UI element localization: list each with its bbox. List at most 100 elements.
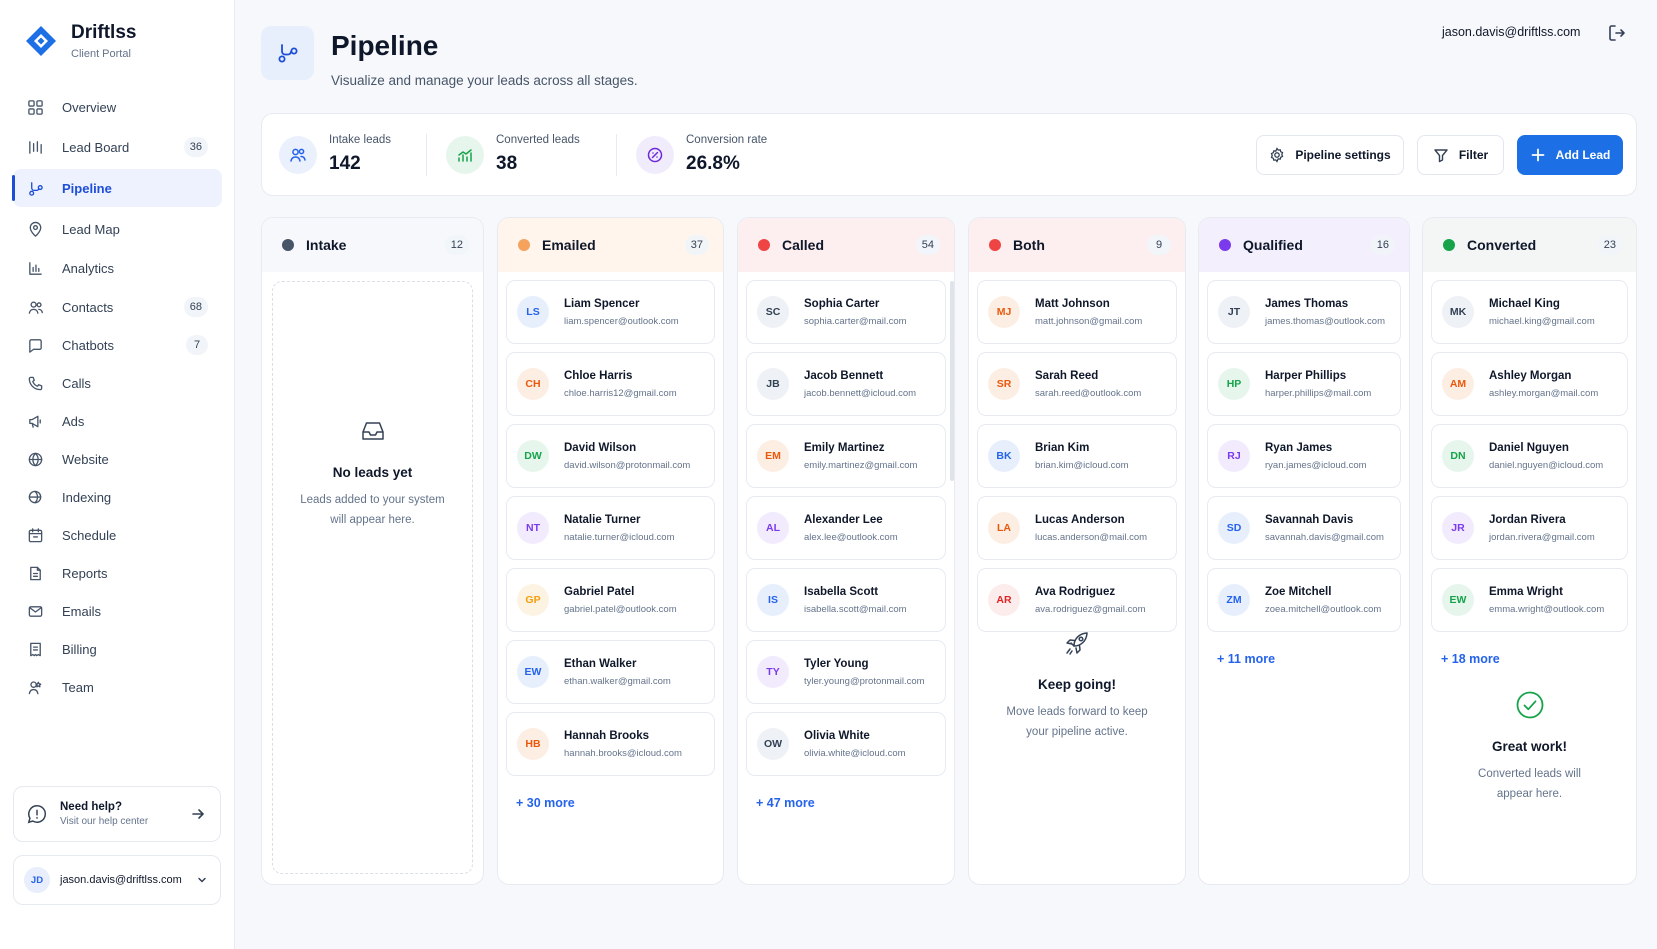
sidebar-item-pipeline[interactable]: Pipeline <box>12 169 222 207</box>
lead-info: Jacob Bennett jacob.bennett@icloud.com <box>804 370 916 399</box>
sidebar: Driftlss Client Portal Overview Lead Boar… <box>0 0 235 949</box>
sidebar-item-billing[interactable]: Billing <box>13 630 222 668</box>
lead-card[interactable]: OW Olivia White olivia.white@icloud.com <box>746 712 946 776</box>
column-count: 12 <box>444 235 469 255</box>
lead-info: Gabriel Patel gabriel.patel@outlook.com <box>564 586 677 615</box>
column-both: Both 9 MJ Matt Johnson matt.johnson@gmail.co… <box>968 217 1186 885</box>
avatar: EW <box>517 656 549 688</box>
avatar: NT <box>517 512 549 544</box>
lead-email: james.thomas@outlook.com <box>1265 315 1385 327</box>
lead-info: Lucas Anderson lucas.anderson@mail.com <box>1035 514 1147 543</box>
column-header[interactable]: Both 9 <box>969 218 1185 272</box>
sidebar-item-reports[interactable]: Reports <box>13 554 222 592</box>
help-card[interactable]: Need help? Visit our help center <box>13 786 221 842</box>
sidebar-item-lead-map[interactable]: Lead Map <box>13 210 222 248</box>
lead-card[interactable]: BK Brian Kim brian.kim@icloud.com <box>977 424 1177 488</box>
lead-email: liam.spencer@outlook.com <box>564 315 679 327</box>
lead-info: Ava Rodriguez ava.rodriguez@gmail.com <box>1035 586 1146 615</box>
pipeline-settings-button[interactable]: Pipeline settings <box>1256 135 1404 175</box>
sidebar-item-overview[interactable]: Overview <box>13 88 222 126</box>
avatar: SC <box>757 296 789 328</box>
sidebar-item-lead-board[interactable]: Lead Board 36 <box>13 128 222 166</box>
users-icon <box>279 135 317 174</box>
lead-email: harper.phillips@mail.com <box>1265 387 1372 399</box>
sidebar-item-label: Billing <box>62 641 97 657</box>
header-user-email[interactable]: jason.davis@driftlss.com <box>1442 25 1580 39</box>
logout-icon[interactable] <box>1607 23 1627 43</box>
lead-card[interactable]: SR Sarah Reed sarah.reed@outlook.com <box>977 352 1177 416</box>
show-more-link[interactable]: + 18 more <box>1423 640 1636 666</box>
lead-card[interactable]: IS Isabella Scott isabella.scott@mail.com <box>746 568 946 632</box>
avatar: MK <box>1442 296 1474 328</box>
column-header[interactable]: Qualified 16 <box>1199 218 1409 272</box>
lead-card[interactable]: HB Hannah Brooks hannah.brooks@icloud.com <box>506 712 715 776</box>
scrollbar[interactable] <box>950 281 954 481</box>
avatar: MJ <box>988 296 1020 328</box>
lead-card[interactable]: SD Savannah Davis savannah.davis@gmail.com <box>1207 496 1401 560</box>
lead-card[interactable]: EM Emily Martinez emily.martinez@gmail.com <box>746 424 946 488</box>
lead-card[interactable]: GP Gabriel Patel gabriel.patel@outlook.com <box>506 568 715 632</box>
lead-info: Ashley Morgan ashley.morgan@mail.com <box>1489 370 1598 399</box>
sidebar-item-emails[interactable]: Emails <box>13 592 222 630</box>
lead-card[interactable]: JB Jacob Bennett jacob.bennett@icloud.com <box>746 352 946 416</box>
sidebar-item-schedule[interactable]: Schedule <box>13 516 222 554</box>
show-more-link[interactable]: + 47 more <box>738 784 954 810</box>
sidebar-item-analytics[interactable]: Analytics <box>13 249 222 287</box>
lead-card[interactable]: EW Ethan Walker ethan.walker@gmail.com <box>506 640 715 704</box>
lead-email: ryan.james@icloud.com <box>1265 459 1367 471</box>
lead-card[interactable]: RJ Ryan James ryan.james@icloud.com <box>1207 424 1401 488</box>
avatar: SD <box>1218 512 1250 544</box>
account-switcher[interactable]: JD jason.davis@driftlss.com <box>13 855 221 905</box>
column-header[interactable]: Called 54 <box>738 218 954 272</box>
lead-info: Ethan Walker ethan.walker@gmail.com <box>564 658 671 687</box>
lead-card[interactable]: AM Ashley Morgan ashley.morgan@mail.com <box>1431 352 1628 416</box>
card-list: JT James Thomas james.thomas@outlook.com HP… <box>1199 272 1409 632</box>
sidebar-item-team[interactable]: Team <box>13 668 222 706</box>
lead-name: Emma Wright <box>1489 585 1563 598</box>
avatar: LS <box>517 296 549 328</box>
lead-card[interactable]: AL Alexander Lee alex.lee@outlook.com <box>746 496 946 560</box>
filter-button[interactable]: Filter <box>1417 135 1504 175</box>
avatar: HP <box>1218 368 1250 400</box>
lead-card[interactable]: DW David Wilson david.wilson@protonmail.co… <box>506 424 715 488</box>
lead-card[interactable]: LS Liam Spencer liam.spencer@outlook.com <box>506 280 715 344</box>
lead-name: Sophia Carter <box>804 297 880 310</box>
sidebar-item-indexing[interactable]: Indexing <box>13 478 222 516</box>
sidebar-item-label: Website <box>62 451 109 467</box>
lead-card[interactable]: HP Harper Phillips harper.phillips@mail.co… <box>1207 352 1401 416</box>
show-more-link[interactable]: + 30 more <box>498 784 723 810</box>
lead-card[interactable]: JT James Thomas james.thomas@outlook.com <box>1207 280 1401 344</box>
lead-card[interactable]: MK Michael King michael.king@gmail.com <box>1431 280 1628 344</box>
column-header[interactable]: Emailed 37 <box>498 218 723 272</box>
show-more-link[interactable]: + 11 more <box>1199 640 1409 666</box>
lead-card[interactable]: LA Lucas Anderson lucas.anderson@mail.com <box>977 496 1177 560</box>
lead-email: ava.rodriguez@gmail.com <box>1035 603 1146 615</box>
lead-card[interactable]: AR Ava Rodriguez ava.rodriguez@gmail.com <box>977 568 1177 632</box>
brand[interactable]: Driftlss Client Portal <box>25 22 136 60</box>
lead-card[interactable]: ZM Zoe Mitchell zoea.mitchell@outlook.com <box>1207 568 1401 632</box>
sidebar-item-ads[interactable]: Ads <box>13 402 222 440</box>
sidebar-item-calls[interactable]: Calls <box>13 364 222 402</box>
sidebar-item-website[interactable]: Website <box>13 440 222 478</box>
lead-name: Isabella Scott <box>804 585 879 598</box>
column-header[interactable]: Converted 23 <box>1423 218 1636 272</box>
lead-info: Natalie Turner natalie.turner@icloud.com <box>564 514 675 543</box>
column-header[interactable]: Intake 12 <box>262 218 483 272</box>
add-lead-button[interactable]: Add Lead <box>1517 135 1623 175</box>
lead-card[interactable]: CH Chloe Harris chloe.harris12@gmail.com <box>506 352 715 416</box>
lead-card[interactable]: TY Tyler Young tyler.young@protonmail.com <box>746 640 946 704</box>
sidebar-item-contacts[interactable]: Contacts 68 <box>13 288 222 326</box>
lead-card[interactable]: DN Daniel Nguyen daniel.nguyen@icloud.com <box>1431 424 1628 488</box>
lead-card[interactable]: JR Jordan Rivera jordan.rivera@gmail.com <box>1431 496 1628 560</box>
lead-info: Daniel Nguyen daniel.nguyen@icloud.com <box>1489 442 1603 471</box>
lead-card[interactable]: MJ Matt Johnson matt.johnson@gmail.com <box>977 280 1177 344</box>
lead-name: Ava Rodriguez <box>1035 585 1116 598</box>
lead-card[interactable]: NT Natalie Turner natalie.turner@icloud.co… <box>506 496 715 560</box>
lead-card[interactable]: SC Sophia Carter sophia.carter@mail.com <box>746 280 946 344</box>
lead-card[interactable]: EW Emma Wright emma.wright@outlook.com <box>1431 568 1628 632</box>
chat-icon <box>26 336 44 354</box>
lead-name: Zoe Mitchell <box>1265 585 1332 598</box>
column-title: Qualified <box>1243 237 1303 253</box>
plus-icon <box>1531 148 1545 162</box>
sidebar-item-chatbots[interactable]: Chatbots 7 <box>13 326 222 364</box>
